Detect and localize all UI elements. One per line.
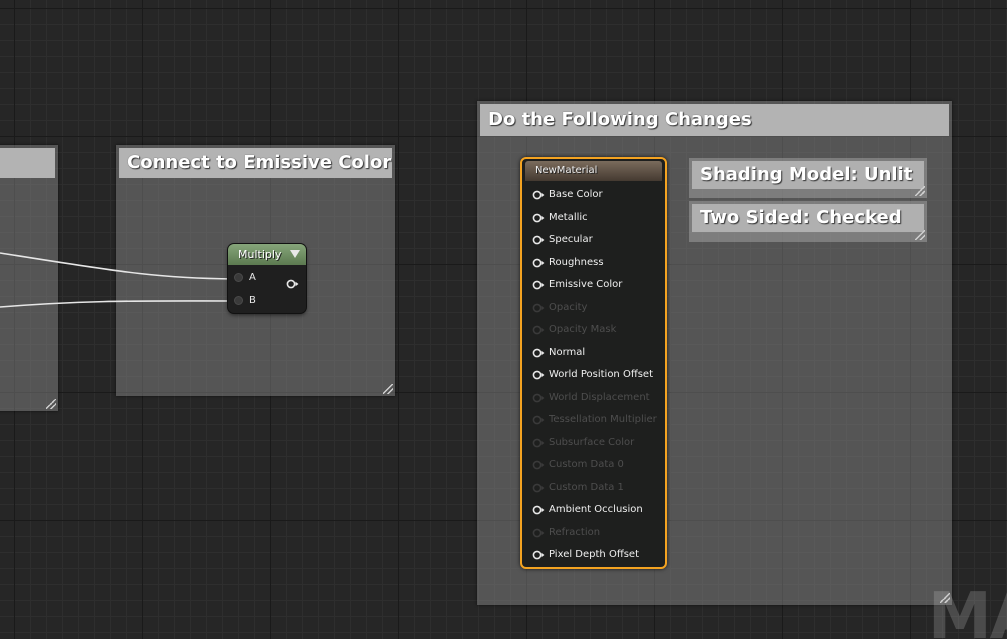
input-pin-icon[interactable] [234,272,243,282]
node-wires [0,252,235,308]
material-pin-label: Specular [549,234,593,245]
material-pin-row[interactable]: Tessellation Multiplier [532,409,657,432]
input-pin-icon[interactable] [532,213,545,223]
material-pin-label: World Displacement [549,391,650,403]
material-pin-label: Roughness [549,256,604,268]
watermark-text: MA [928,580,1007,639]
multiply-input-a[interactable]: A [234,270,256,286]
material-pin-list: Base Color Metallic Specular Roughness Emiss… [532,184,657,567]
material-pin-label: Opacity Mask [549,324,617,335]
material-pin-row[interactable]: Emissive Color [532,274,657,297]
material-pin-label: Metallic [549,211,588,223]
input-pin-icon[interactable] [532,550,545,560]
material-pin-label: Tessellation Multiplier [549,414,657,425]
material-pin-row[interactable]: World Position Offset [532,364,657,387]
input-pin-icon[interactable] [532,280,545,290]
input-pin-icon[interactable] [532,235,545,245]
setting-box-two-sided[interactable]: Two Sided: Checked [689,201,927,242]
multiply-title-label: Multiply [238,248,282,261]
input-pin-icon[interactable] [532,528,545,538]
input-pin-icon[interactable] [532,505,545,515]
setting-two-sided[interactable]: Two Sided: Checked [692,204,924,232]
material-pin-row[interactable]: Metallic [532,207,657,230]
input-pin-icon[interactable] [532,370,545,380]
material-pin-label: Custom Data 1 [549,481,624,493]
multiply-node-title[interactable]: Multiply [228,244,306,265]
multiply-input-a-label: A [249,272,256,283]
material-pin-row[interactable]: Ambient Occlusion [532,499,657,522]
material-pin-row[interactable]: Roughness [532,252,657,275]
input-pin-icon[interactable] [234,295,243,305]
multiply-input-b-label: B [249,295,256,306]
material-pin-row[interactable]: Subsurface Color [532,432,657,455]
material-pin-row[interactable]: Specular [532,229,657,252]
material-pin-row[interactable]: Custom Data 1 [532,477,657,500]
material-pin-row[interactable]: Normal [532,342,657,365]
material-pin-row[interactable]: Pixel Depth Offset [532,544,657,567]
dropdown-arrow-icon[interactable] [290,250,300,258]
material-pin-label: Custom Data 0 [549,459,624,470]
material-pin-label: Refraction [549,526,601,538]
material-pin-row[interactable]: Base Color [532,184,657,207]
material-pin-row[interactable]: Custom Data 0 [532,454,657,477]
material-pin-label: Normal [549,346,586,358]
material-pin-row[interactable]: Opacity [532,297,657,320]
setting-shading-model[interactable]: Shading Model: Unlit [692,161,924,189]
material-pin-row[interactable]: Opacity Mask [532,319,657,342]
multiply-node[interactable]: Multiply A B [228,244,306,313]
setting-box-shading-model[interactable]: Shading Model: Unlit [689,158,927,198]
material-pin-label: Emissive Color [549,279,623,290]
wire-to-a [0,252,235,280]
input-pin-icon[interactable] [532,325,545,335]
material-pin-label: Base Color [549,189,603,200]
input-pin-icon[interactable] [532,415,545,425]
material-result-node[interactable]: NewMaterial Base Color Metallic Specular Ro… [520,157,667,569]
material-pin-label: Ambient Occlusion [549,504,643,515]
material-node-title[interactable]: NewMaterial [525,161,662,181]
material-pin-row[interactable]: World Displacement [532,387,657,410]
output-pin-icon[interactable] [286,274,299,289]
material-pin-label: Subsurface Color [549,436,635,448]
input-pin-icon[interactable] [532,460,545,470]
input-pin-icon[interactable] [532,438,545,448]
material-pin-label: Pixel Depth Offset [549,549,639,560]
input-pin-icon[interactable] [532,393,545,403]
input-pin-icon[interactable] [532,258,545,268]
material-graph-canvas[interactable]: Connect to Emissive Color Do the Followi… [0,0,1007,639]
material-pin-label: Opacity [549,301,588,313]
resize-grip-icon[interactable] [915,230,925,240]
material-pin-row[interactable]: Refraction [532,522,657,545]
multiply-input-b[interactable]: B [234,293,256,309]
input-pin-icon[interactable] [532,348,545,358]
wire-to-b [0,300,235,308]
input-pin-icon[interactable] [532,303,545,313]
input-pin-icon[interactable] [532,190,545,200]
resize-grip-icon[interactable] [915,186,925,196]
input-pin-icon[interactable] [532,483,545,493]
material-pin-label: World Position Offset [549,369,653,380]
